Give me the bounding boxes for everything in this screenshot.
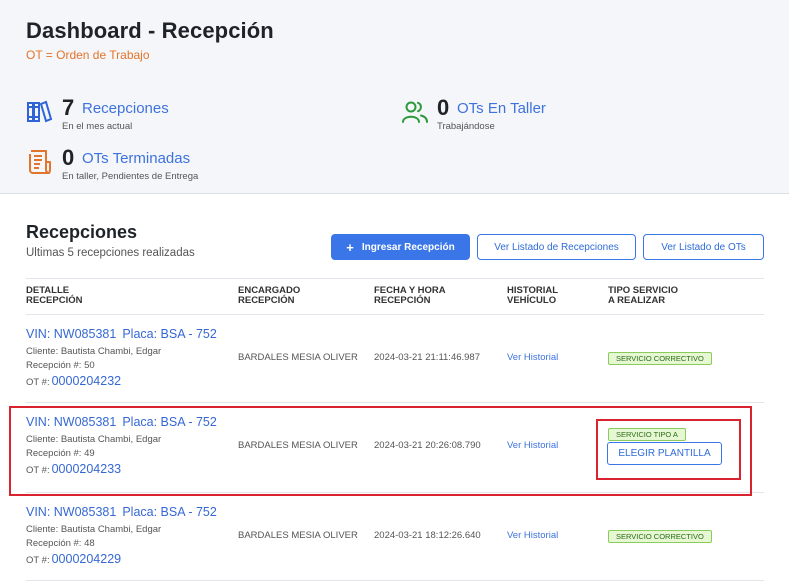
table-row: VIN: NW085381 Placa: BSA - 752 Cliente: B… bbox=[0, 492, 789, 580]
ver-listado-recepciones-button[interactable]: Ver Listado de Recepciones bbox=[477, 234, 636, 260]
stat-ots-terminadas: 0 OTs Terminadas En taller, Pendientes d… bbox=[26, 145, 286, 184]
summary-panel: Dashboard - Recepción OT = Orden de Trab… bbox=[0, 0, 789, 194]
page-title: Dashboard - Recepción bbox=[26, 18, 274, 43]
receipt-icon bbox=[26, 148, 54, 176]
stat-desc: Trabajándose bbox=[437, 121, 495, 132]
divider bbox=[26, 278, 764, 279]
recepcion-number: Recepción #: 50 bbox=[26, 360, 95, 371]
vin-placa-link[interactable]: VIN: NW085381 Placa: BSA - 752 bbox=[26, 327, 217, 341]
ver-historial-link[interactable]: Ver Historial bbox=[507, 530, 558, 541]
highlight-action-frame bbox=[596, 419, 741, 480]
col-header-detalle: DETALLE RECEPCIÓN bbox=[26, 285, 83, 306]
ot-number: OT #: 0000204232 bbox=[26, 374, 122, 388]
ot-number: OT #: 0000204229 bbox=[26, 552, 122, 566]
ingresar-recepcion-label: Ingresar Recepción bbox=[361, 241, 455, 253]
stat-count: 0 bbox=[62, 145, 75, 170]
stat-count: 0 bbox=[437, 95, 450, 120]
encargado-text: BARDALES MESIA OLIVER bbox=[238, 530, 358, 541]
section-title: Recepciones bbox=[26, 222, 138, 242]
section-subtitle: Ultimas 5 recepciones realizadas bbox=[26, 247, 195, 259]
stat-desc: En taller, Pendientes de Entrega bbox=[62, 171, 199, 182]
col-header-tipo-servicio: TIPO SERVICIO A REALIZAR bbox=[608, 285, 679, 306]
stat-ots-en-taller: 0 OTs En Taller Trabajándose bbox=[401, 95, 661, 134]
status-badge: SERVICIO CORRECTIVO bbox=[608, 530, 712, 543]
users-icon bbox=[401, 98, 429, 126]
plus-icon: + bbox=[346, 239, 354, 255]
stat-desc: En el mes actual bbox=[62, 121, 133, 132]
ingresar-recepcion-button[interactable]: + Ingresar Recepción bbox=[331, 234, 470, 260]
ot-number-link[interactable]: 0000204229 bbox=[52, 552, 122, 566]
cliente-text: Cliente: Bautista Chambi, Edgar bbox=[26, 346, 162, 357]
vin-placa-link[interactable]: VIN: NW085381 Placa: BSA - 752 bbox=[26, 505, 217, 519]
col-header-historial: HISTORIAL VEHÍCULO bbox=[507, 285, 559, 306]
ot-number-link[interactable]: 0000204232 bbox=[52, 374, 122, 388]
encargado-text: BARDALES MESIA OLIVER bbox=[238, 352, 358, 363]
stat-count: 7 bbox=[62, 95, 75, 120]
status-badge: SERVICIO CORRECTIVO bbox=[608, 352, 712, 365]
ver-listado-ots-button[interactable]: Ver Listado de OTs bbox=[643, 234, 764, 260]
recepcion-number: Recepción #: 48 bbox=[26, 538, 95, 549]
divider bbox=[26, 580, 764, 581]
stat-recepciones: 7 Recepciones En el mes actual bbox=[26, 95, 286, 134]
table-row: VIN: NW085381 Placa: BSA - 752 Cliente: B… bbox=[0, 314, 789, 402]
page-subtitle: OT = Orden de Trabajo bbox=[26, 48, 150, 62]
fecha-text: 2024-03-21 18:12:26.640 bbox=[374, 530, 481, 541]
books-icon bbox=[26, 98, 54, 126]
cliente-text: Cliente: Bautista Chambi, Edgar bbox=[26, 524, 162, 535]
stat-label-recepciones[interactable]: Recepciones bbox=[82, 100, 169, 117]
stat-label-ots-en-taller[interactable]: OTs En Taller bbox=[457, 100, 546, 117]
fecha-text: 2024-03-21 21:11:46.987 bbox=[374, 352, 480, 363]
col-header-fecha: FECHA Y HORA RECEPCIÓN bbox=[374, 285, 446, 306]
ver-historial-link[interactable]: Ver Historial bbox=[507, 352, 558, 363]
col-header-encargado: ENCARGADO RECEPCIÓN bbox=[238, 285, 301, 306]
stat-label-ots-terminadas[interactable]: OTs Terminadas bbox=[82, 150, 190, 167]
